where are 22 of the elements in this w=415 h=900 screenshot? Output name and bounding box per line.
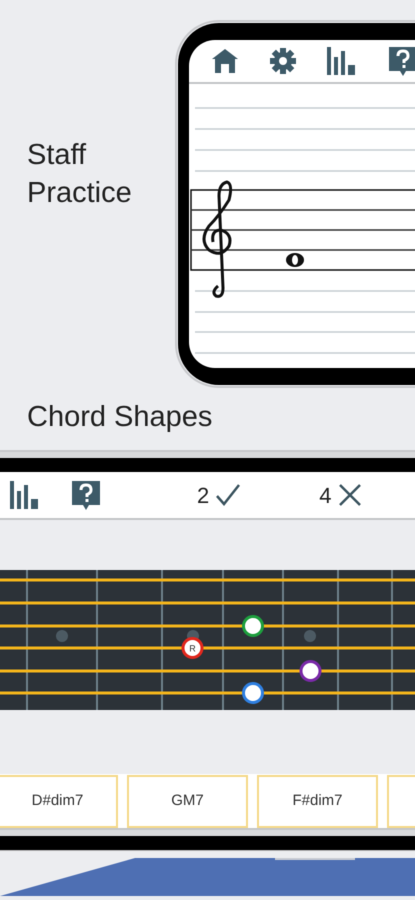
- help-icon[interactable]: [70, 479, 102, 511]
- note-marker[interactable]: [242, 615, 264, 637]
- close-icon: [338, 483, 362, 507]
- note-marker[interactable]: [242, 682, 264, 704]
- chord-option[interactable]: GM7: [127, 774, 248, 828]
- wrong-count: 4: [319, 482, 332, 510]
- chord-option[interactable]: D#dim7: [0, 774, 118, 828]
- note-marker[interactable]: [300, 660, 322, 682]
- help-icon[interactable]: [387, 45, 415, 77]
- check-icon: [215, 483, 242, 507]
- fret-marker: [56, 630, 68, 642]
- note-marker[interactable]: R: [182, 637, 204, 659]
- bar-chart-icon[interactable]: [10, 481, 40, 509]
- fret-marker: [304, 630, 316, 642]
- treble-clef-icon: [202, 180, 232, 298]
- chord-option[interactable]: F#dim7: [257, 774, 378, 828]
- correct-count: 2: [197, 482, 210, 510]
- section-heading: Chord Shapes: [27, 400, 214, 435]
- settings-icon[interactable]: [269, 47, 297, 75]
- home-icon[interactable]: [211, 48, 239, 74]
- bar-chart-icon[interactable]: [327, 47, 357, 75]
- section-heading: Staff Practice: [27, 138, 133, 211]
